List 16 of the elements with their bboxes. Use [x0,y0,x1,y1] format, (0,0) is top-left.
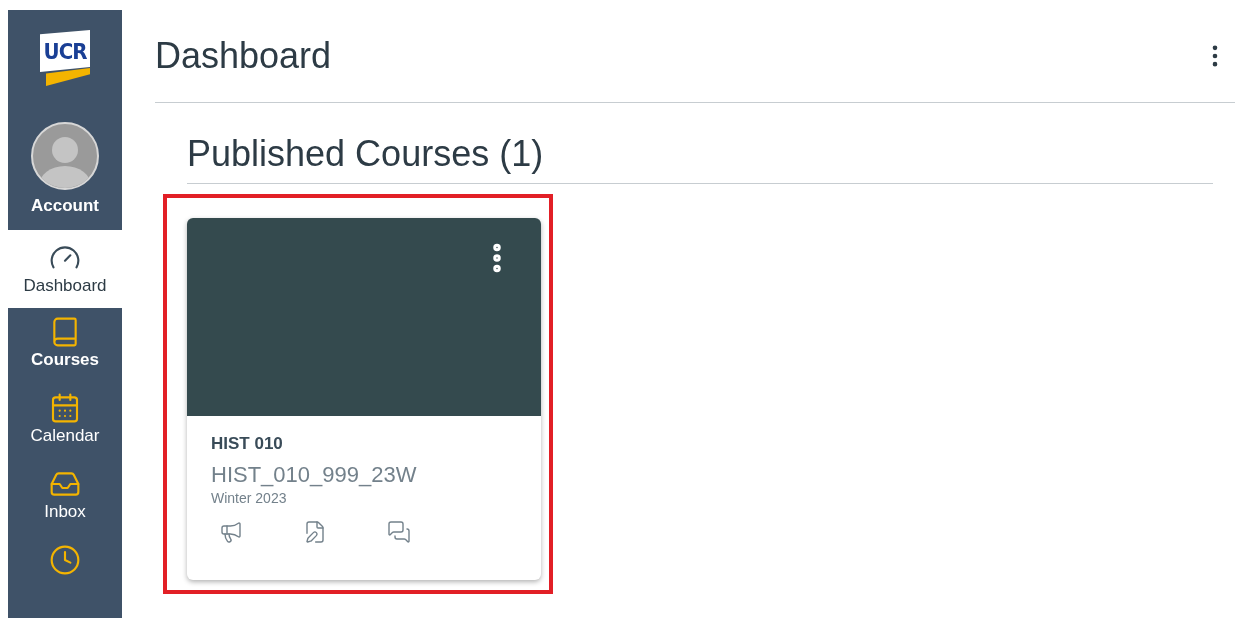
account-label[interactable]: Account [31,196,99,216]
calendar-icon [49,392,81,424]
page-title: Dashboard [155,35,332,77]
nav-item[interactable]: Calendar [8,384,122,460]
megaphone-icon[interactable] [219,520,243,544]
clock-icon [49,544,81,576]
nav-item[interactable]: Dashboard [8,230,122,308]
file-edit-icon[interactable] [303,520,327,544]
chat-icon[interactable] [387,520,411,544]
course-term: Winter 2023 [211,490,288,506]
nav-item[interactable]: Courses [8,308,122,384]
section-title: Published Courses (1) [187,133,1213,184]
course-card[interactable]: HIST 010 HIST_010_999_23W Winter 2023 [187,218,541,580]
course-code: HIST 010 [211,434,284,454]
nav-item[interactable]: Inbox [8,460,122,536]
course-name: HIST_010_999_23W [211,462,418,488]
